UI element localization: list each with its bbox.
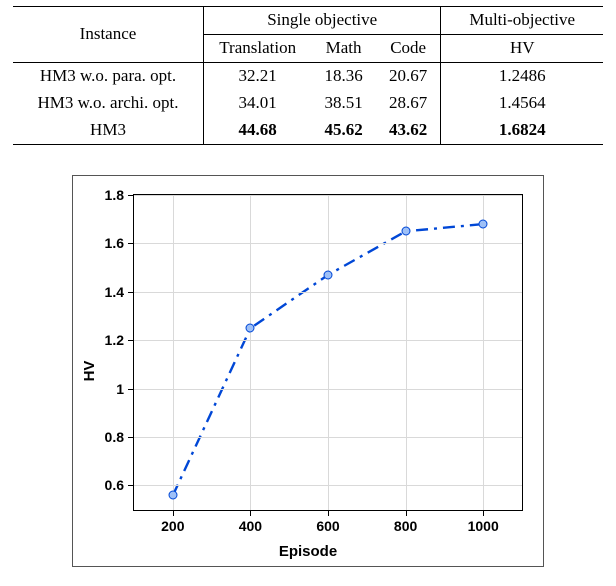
grid-line bbox=[328, 195, 329, 510]
subheader-hv: HV bbox=[441, 34, 603, 62]
table-row: HM3 w.o. para. opt. 32.21 18.36 20.67 1.… bbox=[13, 62, 603, 89]
table: Instance Single objective Multi-objectiv… bbox=[13, 6, 603, 145]
page-root: Instance Single objective Multi-objectiv… bbox=[0, 0, 616, 586]
data-point bbox=[324, 270, 333, 279]
y-tick bbox=[128, 340, 134, 341]
y-tick bbox=[128, 292, 134, 293]
grid-line bbox=[406, 195, 407, 510]
cell-math: 18.36 bbox=[311, 62, 376, 89]
y-tick-label: 1.6 bbox=[105, 235, 124, 251]
y-tick bbox=[128, 485, 134, 486]
x-tick-label: 800 bbox=[394, 518, 417, 534]
y-tick-label: 1.8 bbox=[105, 187, 124, 203]
cell-code: 43.62 bbox=[376, 117, 441, 144]
cell-hv: 1.2486 bbox=[441, 62, 603, 89]
x-tick bbox=[250, 510, 251, 516]
data-point bbox=[401, 227, 410, 236]
row-name: HM3 bbox=[13, 117, 204, 144]
results-table: Instance Single objective Multi-objectiv… bbox=[13, 6, 603, 145]
x-tick bbox=[406, 510, 407, 516]
y-tick-label: 1 bbox=[116, 381, 124, 397]
x-tick-label: 1000 bbox=[468, 518, 499, 534]
header-row-1: Instance Single objective Multi-objectiv… bbox=[13, 7, 603, 35]
subheader-math: Math bbox=[311, 34, 376, 62]
y-tick bbox=[128, 437, 134, 438]
row-name: HM3 w.o. archi. opt. bbox=[13, 90, 204, 117]
y-tick-label: 1.4 bbox=[105, 284, 124, 300]
subheader-code: Code bbox=[376, 34, 441, 62]
header-multi: Multi-objective bbox=[441, 7, 603, 35]
header-instance: Instance bbox=[13, 7, 204, 63]
cell-hv: 1.6824 bbox=[441, 117, 603, 144]
cell-math: 45.62 bbox=[311, 117, 376, 144]
hv-chart: HV Episode 0.60.811.21.41.61.82004006008… bbox=[72, 175, 544, 567]
cell-translation: 44.68 bbox=[204, 117, 312, 144]
y-tick-label: 0.6 bbox=[105, 477, 124, 493]
cell-translation: 34.01 bbox=[204, 90, 312, 117]
y-tick bbox=[128, 195, 134, 196]
x-axis-label: Episode bbox=[279, 543, 337, 560]
cell-code: 20.67 bbox=[376, 62, 441, 89]
row-name: HM3 w.o. para. opt. bbox=[13, 62, 204, 89]
cell-math: 38.51 bbox=[311, 90, 376, 117]
x-tick-label: 200 bbox=[161, 518, 184, 534]
x-tick bbox=[328, 510, 329, 516]
x-tick-label: 600 bbox=[316, 518, 339, 534]
x-tick-label: 400 bbox=[239, 518, 262, 534]
y-tick bbox=[128, 243, 134, 244]
plot-area: 0.60.811.21.41.61.82004006008001000 bbox=[133, 194, 523, 511]
x-tick bbox=[483, 510, 484, 516]
grid-line bbox=[250, 195, 251, 510]
data-point bbox=[246, 323, 255, 332]
table-row: HM3 w.o. archi. opt. 34.01 38.51 28.67 1… bbox=[13, 90, 603, 117]
data-point bbox=[479, 219, 488, 228]
header-single: Single objective bbox=[204, 7, 441, 35]
y-tick-label: 1.2 bbox=[105, 332, 124, 348]
table-row: HM3 44.68 45.62 43.62 1.6824 bbox=[13, 117, 603, 144]
cell-translation: 32.21 bbox=[204, 62, 312, 89]
cell-code: 28.67 bbox=[376, 90, 441, 117]
grid-line bbox=[173, 195, 174, 510]
cell-hv: 1.4564 bbox=[441, 90, 603, 117]
y-tick bbox=[128, 389, 134, 390]
grid-line bbox=[483, 195, 484, 510]
x-tick bbox=[173, 510, 174, 516]
data-point bbox=[168, 491, 177, 500]
subheader-translation: Translation bbox=[204, 34, 312, 62]
y-tick-label: 0.8 bbox=[105, 429, 124, 445]
y-axis-label: HV bbox=[81, 360, 98, 381]
